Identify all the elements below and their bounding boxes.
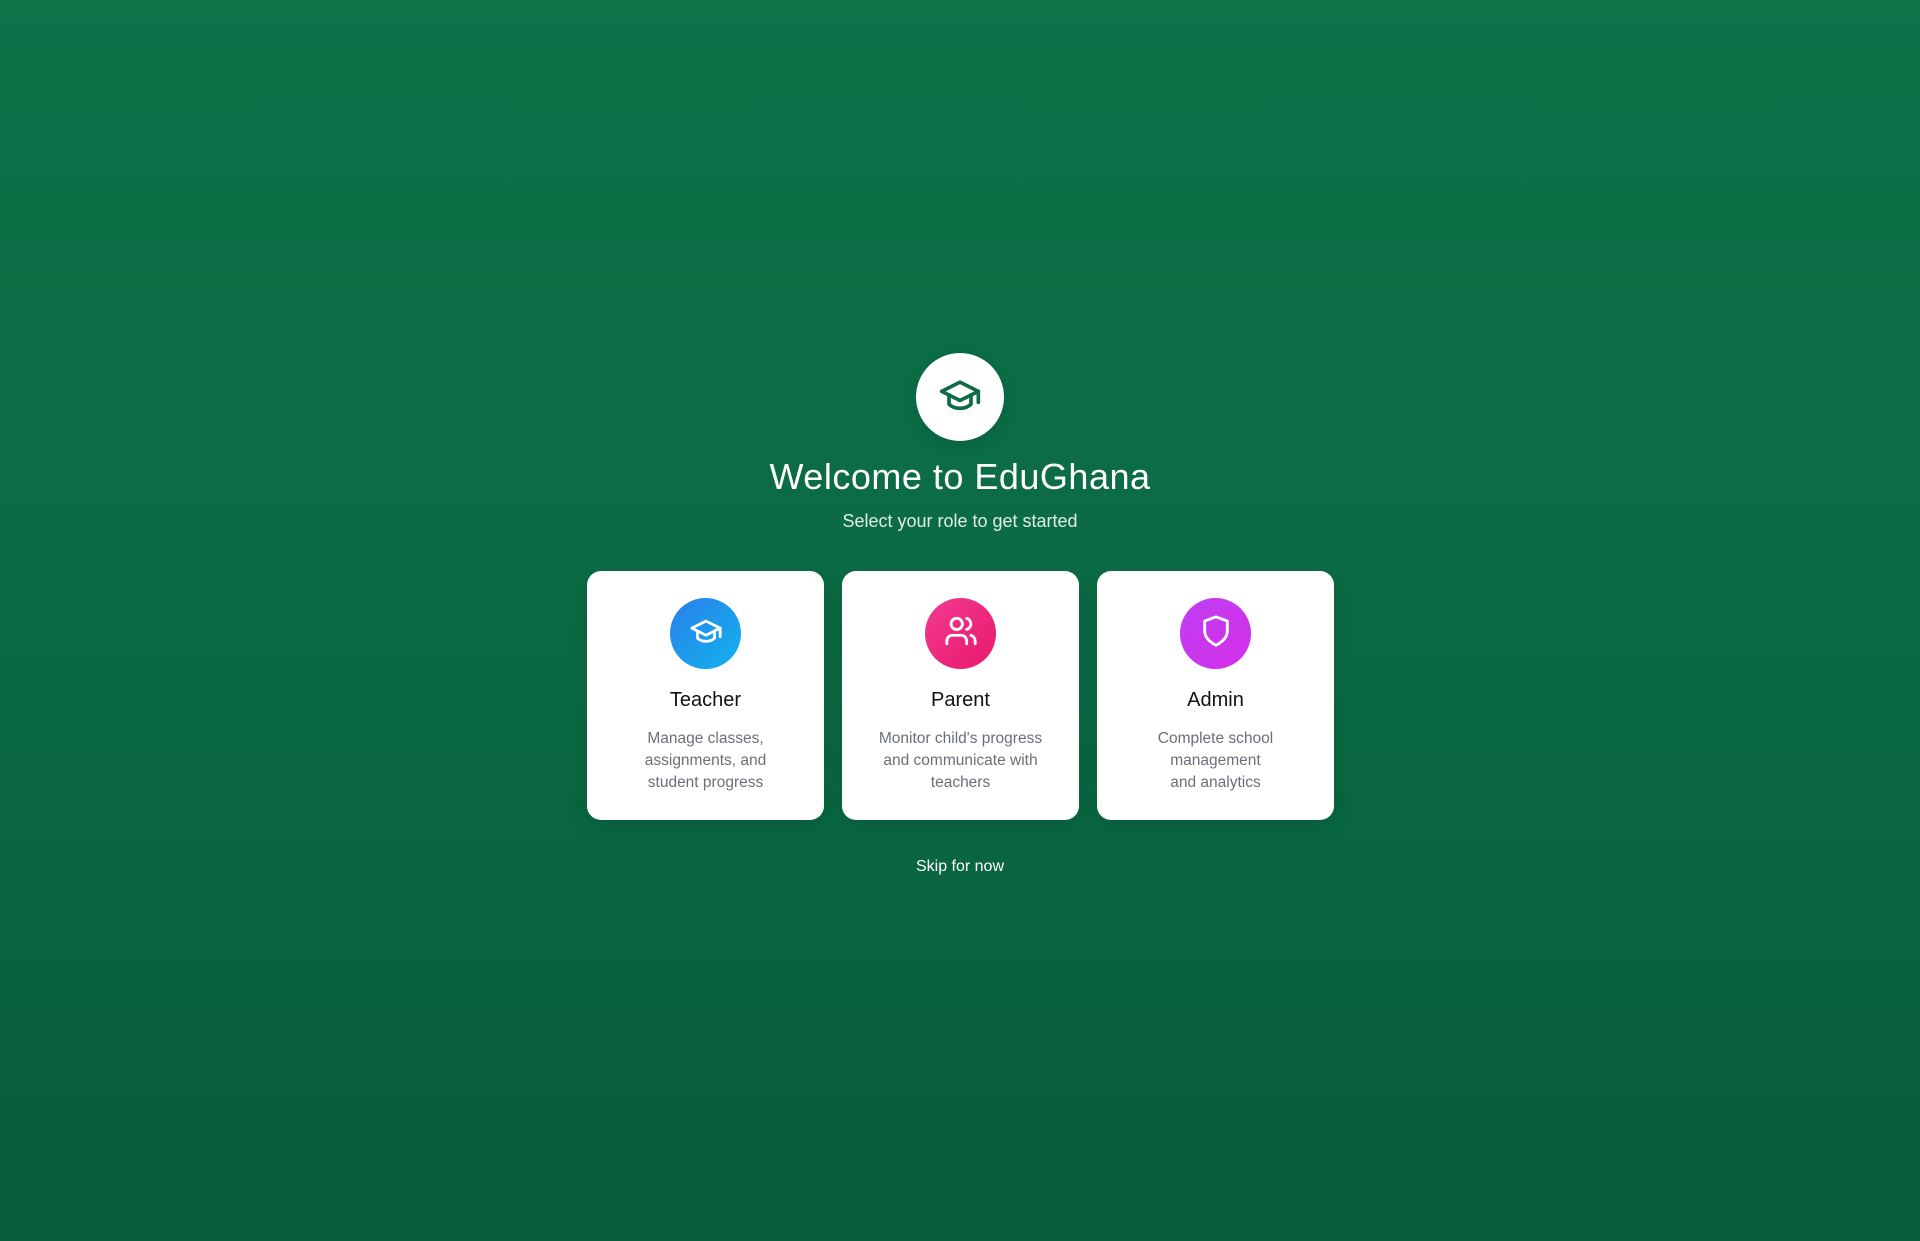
role-card-title: Admin bbox=[1187, 689, 1244, 711]
skip-container: Skip for now bbox=[0, 858, 1920, 876]
role-card-teacher[interactable]: Teacher Manage classes, assignments, and… bbox=[587, 571, 824, 820]
skip-for-now-link[interactable]: Skip for now bbox=[916, 858, 1004, 875]
users-icon bbox=[944, 614, 978, 653]
description-line: teachers bbox=[930, 774, 991, 791]
app-logo bbox=[916, 353, 1004, 441]
description-line: student progress bbox=[647, 774, 764, 791]
graduation-cap-icon bbox=[938, 373, 982, 422]
description-line: Manage classes, bbox=[647, 730, 764, 747]
page-subtitle: Select your role to get started bbox=[842, 511, 1078, 531]
description-line: and analytics bbox=[1170, 774, 1261, 791]
parent-icon-badge bbox=[925, 598, 996, 669]
role-cards: Teacher Manage classes, assignments, and… bbox=[587, 571, 1334, 820]
teacher-icon-badge bbox=[670, 598, 741, 669]
graduation-cap-icon bbox=[689, 614, 723, 653]
description-line: and communicate with bbox=[883, 752, 1038, 769]
role-card-admin[interactable]: Admin Complete school management and ana… bbox=[1097, 571, 1334, 820]
role-card-description: Monitor child's progress and communicate… bbox=[861, 728, 1061, 794]
role-card-parent[interactable]: Parent Monitor child's progress and comm… bbox=[842, 571, 1079, 820]
description-line: management bbox=[1170, 752, 1261, 769]
role-card-title: Parent bbox=[931, 689, 990, 711]
description-line: assignments, and bbox=[644, 752, 767, 769]
role-card-description: Manage classes, assignments, and student… bbox=[606, 728, 806, 794]
shield-icon bbox=[1199, 614, 1233, 653]
description-line: Monitor child's progress bbox=[878, 730, 1043, 747]
page-title: Welcome to EduGhana bbox=[769, 456, 1151, 497]
description-line: Complete school bbox=[1157, 730, 1274, 747]
role-card-title: Teacher bbox=[669, 689, 742, 711]
admin-icon-badge bbox=[1180, 598, 1251, 669]
role-card-description: Complete school management and analytics bbox=[1116, 728, 1316, 794]
